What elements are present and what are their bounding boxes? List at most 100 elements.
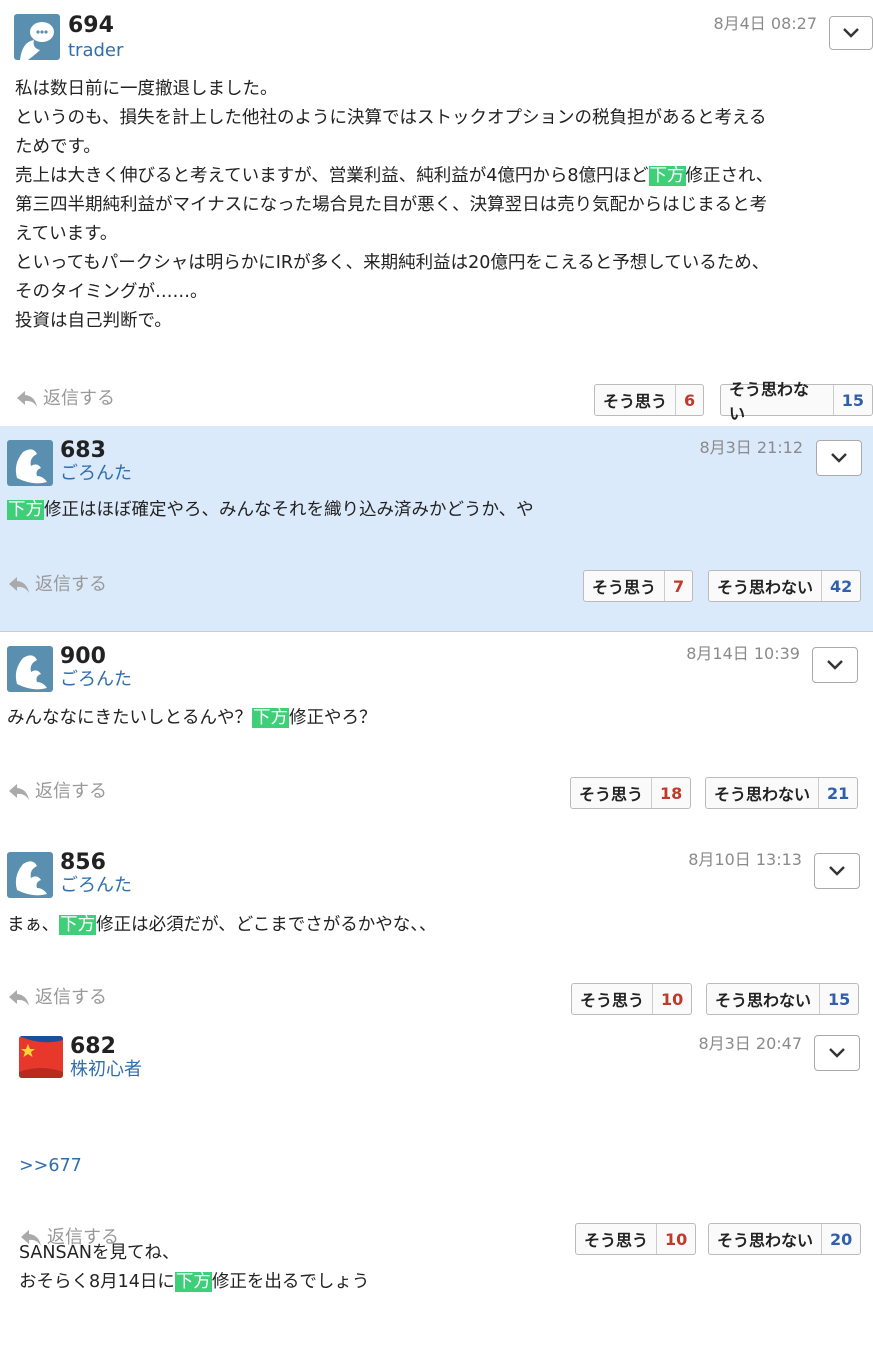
- disagree-button[interactable]: そう思わない 15: [720, 380, 873, 423]
- reply-button[interactable]: 返信する: [7, 574, 107, 596]
- agree-count: 10: [656, 1224, 695, 1254]
- disagree-count: 20: [821, 1224, 860, 1254]
- user-avatar[interactable]: [19, 1036, 63, 1078]
- agree-button[interactable]: そう思う 18: [570, 777, 692, 809]
- agree-count: 6: [675, 385, 703, 415]
- user-name[interactable]: ごろんた: [60, 463, 132, 485]
- body-text: おそらく8月14日に: [19, 1272, 175, 1292]
- chevron-down-icon: [827, 660, 843, 670]
- body-text: まぁ、: [7, 915, 60, 935]
- body-line: というのも、損失を計上した他社のように決算ではストックオプションの税負担があると…: [15, 104, 773, 133]
- agree-count: 7: [664, 571, 692, 601]
- user-avatar[interactable]: [14, 14, 60, 60]
- post-number[interactable]: 694: [68, 14, 114, 38]
- post-900: 900 ごろんた 8月14日 10:39 みんななにきたいしとるんや？下方修正や…: [0, 632, 873, 832]
- post-body: 私は数日前に一度撤退しました。というのも、損失を計上した他社のように決算ではスト…: [15, 75, 773, 336]
- disagree-label: そう思わない: [729, 380, 810, 423]
- disagree-label: そう思わない: [717, 1231, 814, 1250]
- disagree-button[interactable]: そう思わない 20: [708, 1223, 862, 1255]
- user-name[interactable]: ごろんた: [60, 875, 132, 897]
- user-name[interactable]: ごろんた: [60, 669, 132, 691]
- body-line: えています。: [15, 220, 773, 249]
- post-body: 下方修正はほぼ確定やろ、みんなそれを織り込み済みかどうか、や: [7, 496, 534, 525]
- disagree-count: 42: [821, 571, 860, 601]
- agree-button[interactable]: そう思う 6: [594, 384, 705, 416]
- body-text: 修正され、: [685, 166, 774, 186]
- body-text: といってもパークシャは明らかにIRが多く、来期純利益は20億円をこえると予想して…: [15, 253, 770, 273]
- disagree-button[interactable]: そう思わない 42: [708, 570, 862, 602]
- post-number[interactable]: 682: [70, 1035, 116, 1059]
- post-date: 8月3日 20:47: [698, 1034, 802, 1053]
- chevron-down-icon: [843, 28, 859, 38]
- user-name[interactable]: trader: [68, 40, 123, 62]
- reply-label: 返信する: [43, 388, 115, 409]
- reply-arrow-icon: [21, 1230, 41, 1246]
- person-avatar-icon: [15, 449, 47, 484]
- post-number[interactable]: 683: [60, 439, 106, 463]
- reply-label: 返信する: [35, 781, 107, 802]
- person-avatar-icon: [15, 655, 47, 690]
- agree-button[interactable]: そう思う 10: [575, 1223, 697, 1255]
- body-line: みんななにきたいしとるんや？下方修正やろ？: [7, 704, 377, 733]
- post-body: まぁ、下方修正は必須だが、どこまでさがるかやな、、: [7, 911, 437, 940]
- post-body: みんななにきたいしとるんや？下方修正やろ？: [7, 704, 377, 733]
- post-date: 8月14日 10:39: [686, 644, 800, 663]
- reply-arrow-icon: [9, 577, 29, 593]
- agree-label: そう思う: [592, 578, 657, 597]
- post-number[interactable]: 900: [60, 645, 106, 669]
- reply-button[interactable]: 返信する: [19, 1227, 119, 1249]
- reply-arrow-icon: [9, 784, 29, 800]
- disagree-label: そう思わない: [715, 991, 812, 1010]
- keyword-highlight: 下方: [252, 708, 289, 728]
- reply-label: 返信する: [35, 574, 107, 595]
- post-856: 856 ごろんた 8月10日 13:13 まぁ、下方修正は必須だが、どこまでさが…: [0, 838, 873, 1018]
- post-body: >>677 SANSANを見てね、 おそらく8月14日に下方修正を出るでしょう: [19, 1094, 369, 1355]
- reply-button[interactable]: 返信する: [7, 781, 107, 803]
- post-menu-button[interactable]: [814, 853, 860, 889]
- post-682: 682 株初心者 8月3日 20:47 >>677 SANSANを見てね、 おそら…: [0, 1020, 873, 1292]
- reply-arrow-icon: [9, 990, 29, 1006]
- body-line: といってもパークシャは明らかにIRが多く、来期純利益は20億円をこえると予想して…: [15, 249, 773, 278]
- agree-label: そう思う: [603, 392, 668, 411]
- reply-button[interactable]: 返信する: [15, 388, 115, 410]
- user-name[interactable]: 株初心者: [70, 1059, 142, 1081]
- keyword-highlight: 下方: [59, 915, 97, 935]
- person-avatar-icon: [15, 861, 47, 896]
- user-avatar[interactable]: [7, 852, 53, 898]
- reply-button[interactable]: 返信する: [7, 987, 107, 1009]
- agree-label: そう思う: [584, 1231, 649, 1250]
- keyword-highlight: 下方: [7, 500, 44, 520]
- agree-label: そう思う: [580, 991, 645, 1010]
- body-text: 投資は自己判断で。: [15, 311, 172, 331]
- body-text: ためです。: [15, 137, 101, 157]
- disagree-button[interactable]: そう思わない 21: [705, 777, 859, 809]
- body-line: 下方修正はほぼ確定やろ、みんなそれを織り込み済みかどうか、や: [7, 496, 534, 525]
- user-avatar[interactable]: [7, 440, 53, 486]
- body-line: ためです。: [15, 133, 773, 162]
- chevron-down-icon: [831, 453, 847, 463]
- speech-bubble-avatar-icon: [20, 22, 54, 60]
- post-menu-button[interactable]: [814, 1035, 860, 1071]
- body-text: 修正はほぼ確定やろ、みんなそれを織り込み済みかどうか、や: [44, 500, 534, 520]
- post-menu-button[interactable]: [812, 647, 858, 683]
- agree-button[interactable]: そう思う 7: [583, 570, 694, 602]
- reply-anchor-link[interactable]: >>677: [19, 1152, 369, 1181]
- chevron-down-icon: [829, 1048, 845, 1058]
- post-683: 683 ごろんた 8月3日 21:12 下方修正はほぼ確定やろ、みんなそれを織り…: [0, 426, 873, 631]
- reply-label: 返信する: [35, 987, 107, 1008]
- body-text: というのも、損失を計上した他社のように決算ではストックオプションの税負担があると…: [15, 108, 767, 128]
- post-menu-button[interactable]: [829, 16, 873, 50]
- post-menu-button[interactable]: [816, 440, 862, 476]
- body-text: 第三四半期純利益がマイナスになった場合見た目が悪く、決算翌日は売り気配からはじま…: [15, 195, 768, 215]
- post-number[interactable]: 856: [60, 851, 106, 875]
- body-line: 私は数日前に一度撤退しました。: [15, 75, 773, 104]
- disagree-button[interactable]: そう思わない 15: [706, 983, 860, 1015]
- agree-button[interactable]: そう思う 10: [571, 983, 693, 1015]
- post-694: 694 trader 8月4日 08:27 私は数日前に一度撤退しました。という…: [0, 0, 873, 425]
- body-line: そのタイミングが……。: [15, 278, 773, 307]
- post-date: 8月10日 13:13: [688, 850, 802, 869]
- user-avatar[interactable]: [7, 646, 53, 692]
- reply-label: 返信する: [47, 1227, 119, 1248]
- body-text: そのタイミングが……。: [15, 282, 208, 302]
- post-date: 8月4日 08:27: [713, 14, 817, 33]
